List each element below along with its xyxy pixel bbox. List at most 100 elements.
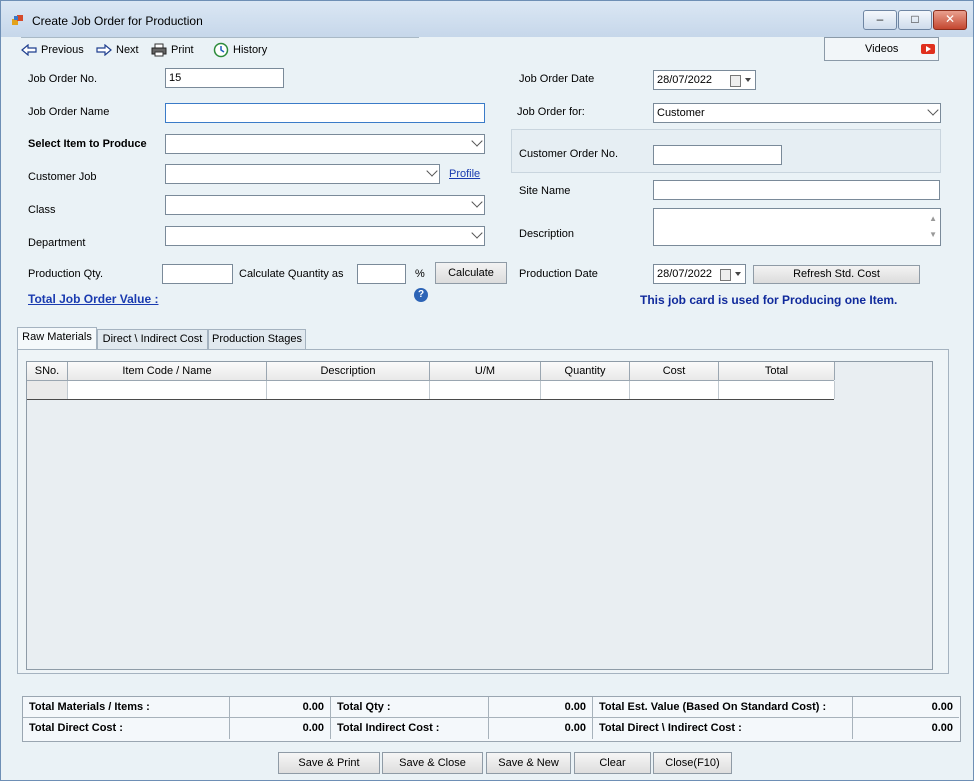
site-name-field[interactable] — [653, 180, 940, 200]
title-bar: Create Job Order for Production – □ ✕ — [1, 1, 973, 37]
save-close-button[interactable]: Save & Close — [382, 752, 483, 774]
scroll-up-icon[interactable]: ▲ — [929, 212, 937, 226]
close-icon: ✕ — [944, 12, 956, 26]
row-sno-cell[interactable] — [27, 381, 68, 399]
grid-header: SNo. Item Code / Name Description U/M Qu… — [27, 362, 835, 381]
total-direct-indirect-value: 0.00 — [931, 722, 953, 734]
row-description-cell[interactable] — [267, 381, 430, 399]
job-order-name-label: Job Order Name — [28, 106, 110, 118]
calendar-icon — [730, 75, 741, 87]
calc-qty-field[interactable] — [357, 264, 406, 284]
chevron-down-icon — [471, 135, 483, 147]
job-order-no-label: Job Order No. — [28, 73, 98, 85]
totals-panel: Total Materials / Items : 0.00 Total Qty… — [22, 696, 961, 742]
job-card-note: This job card is used for Producing one … — [640, 293, 898, 307]
total-materials-value: 0.00 — [230, 697, 331, 718]
job-order-window: Create Job Order for Production – □ ✕ Pr… — [0, 0, 974, 781]
total-direct-cost-value: 0.00 — [230, 718, 331, 739]
total-job-order-value-link[interactable]: Total Job Order Value : — [28, 292, 158, 306]
customer-job-combo[interactable] — [165, 164, 440, 184]
save-new-button[interactable]: Save & New — [486, 752, 571, 774]
raw-materials-panel: SNo. Item Code / Name Description U/M Qu… — [17, 349, 949, 674]
col-description[interactable]: Description — [267, 362, 430, 380]
form-content: Previous Next Print History Videos Job O… — [1, 37, 973, 780]
total-indirect-cost-value: 0.00 — [489, 718, 593, 739]
customer-job-label: Customer Job — [28, 171, 97, 183]
arrow-left-icon — [21, 44, 37, 56]
total-indirect-cost-label: Total Indirect Cost : — [331, 718, 489, 739]
percent-label: % — [415, 268, 425, 280]
maximize-button[interactable]: □ — [898, 10, 932, 30]
tab-production-stages[interactable]: Production Stages — [208, 329, 306, 349]
site-name-label: Site Name — [519, 185, 571, 197]
videos-button[interactable]: Videos — [824, 37, 939, 61]
raw-materials-grid[interactable]: SNo. Item Code / Name Description U/M Qu… — [26, 361, 933, 670]
next-button[interactable]: Next — [96, 41, 139, 59]
toolbar-divider — [21, 37, 419, 38]
production-qty-field[interactable] — [162, 264, 233, 284]
description-textarea[interactable]: ▲ ▼ — [653, 208, 941, 246]
department-label: Department — [28, 237, 86, 249]
history-label: History — [233, 44, 268, 56]
youtube-icon — [921, 44, 935, 54]
scroll-down-icon[interactable]: ▼ — [929, 228, 937, 242]
clear-button[interactable]: Clear — [574, 752, 651, 774]
calc-qty-label: Calculate Quantity as — [239, 268, 344, 280]
chevron-down-icon — [471, 196, 483, 208]
videos-label: Videos — [865, 43, 899, 55]
col-sno[interactable]: SNo. — [27, 362, 68, 380]
col-quantity[interactable]: Quantity — [541, 362, 630, 380]
total-direct-cost-label: Total Direct Cost : — [23, 718, 230, 739]
production-date-picker[interactable]: 28/07/2022 — [653, 264, 746, 284]
job-order-date-picker[interactable]: 28/07/2022 — [653, 70, 756, 90]
previous-button[interactable]: Previous — [21, 41, 84, 59]
save-print-button[interactable]: Save & Print — [278, 752, 380, 774]
history-button[interactable]: History — [213, 41, 267, 59]
row-um-cell[interactable] — [430, 381, 541, 399]
printer-icon — [151, 43, 167, 57]
job-order-date-value: 28/07/2022 — [657, 74, 713, 86]
help-icon[interactable]: ? — [414, 288, 428, 302]
department-combo[interactable] — [165, 226, 485, 246]
minimize-button[interactable]: – — [863, 10, 897, 30]
total-qty-value: 0.00 — [489, 697, 593, 718]
select-item-combo[interactable] — [165, 134, 485, 154]
total-est-value: 0.00 — [853, 697, 959, 718]
chevron-down-icon — [471, 227, 483, 239]
job-order-date-label: Job Order Date — [519, 73, 595, 85]
minimize-icon: – — [876, 12, 884, 26]
calendar-icon — [720, 269, 731, 281]
profile-link[interactable]: Profile — [449, 168, 480, 180]
row-total-cell[interactable] — [719, 381, 835, 399]
description-label: Description — [519, 228, 575, 240]
col-um[interactable]: U/M — [430, 362, 541, 380]
next-label: Next — [116, 44, 139, 56]
table-row[interactable] — [27, 381, 835, 400]
class-combo[interactable] — [165, 195, 485, 215]
close-window-button[interactable]: ✕ — [933, 10, 967, 30]
previous-label: Previous — [41, 44, 84, 56]
refresh-std-cost-button[interactable]: Refresh Std. Cost — [753, 265, 920, 284]
customer-order-no-label: Customer Order No. — [519, 148, 619, 160]
row-item-cell[interactable] — [68, 381, 267, 399]
chevron-down-icon — [426, 165, 438, 177]
class-label: Class — [28, 204, 56, 216]
job-order-name-field[interactable] — [165, 103, 485, 123]
close-f10-button[interactable]: Close(F10) — [653, 752, 732, 774]
job-order-no-field[interactable]: 15 — [165, 68, 284, 88]
select-item-label: Select Item to Produce — [28, 138, 147, 150]
job-order-for-combo[interactable]: Customer — [653, 103, 941, 123]
col-cost[interactable]: Cost — [630, 362, 719, 380]
calculate-button[interactable]: Calculate — [435, 262, 507, 284]
customer-order-no-field[interactable] — [653, 145, 782, 165]
col-total[interactable]: Total — [719, 362, 835, 380]
job-order-for-value: Customer — [657, 107, 705, 119]
job-order-for-label: Job Order for: — [517, 106, 585, 118]
dropdown-arrow-icon — [745, 78, 751, 82]
print-button[interactable]: Print — [151, 41, 194, 59]
row-cost-cell[interactable] — [630, 381, 719, 399]
row-quantity-cell[interactable] — [541, 381, 630, 399]
tab-direct-indirect-cost[interactable]: Direct \ Indirect Cost — [97, 329, 208, 349]
tab-raw-materials[interactable]: Raw Materials — [17, 327, 97, 349]
col-item-code[interactable]: Item Code / Name — [68, 362, 267, 380]
